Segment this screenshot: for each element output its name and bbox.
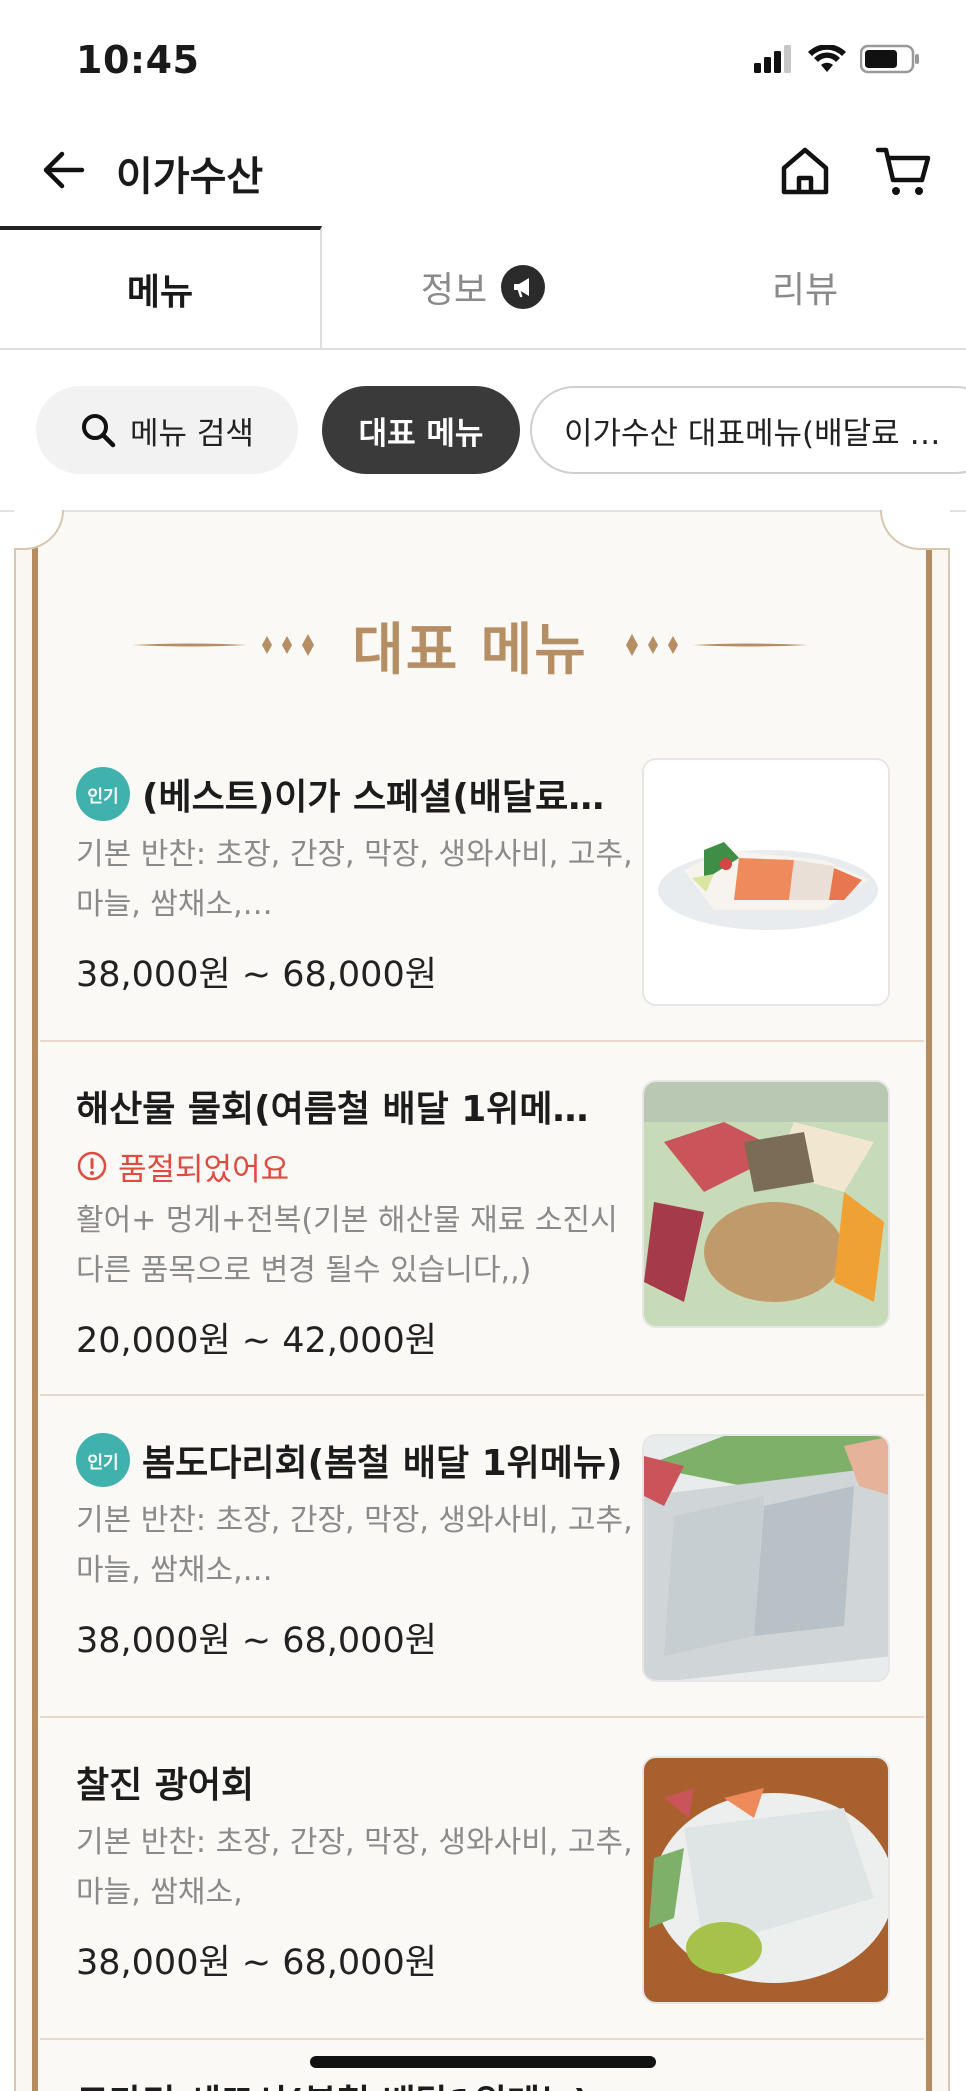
next-menu-item-peek: 도다리 세꼬시(봄철 배달1위메뉴) [76,2074,590,2091]
section-heading: 대표 메뉴 [130,600,810,690]
menu-item[interactable]: 인기 (베스트)이가 스페셜(배달료… 기본 반찬: 초장, 간장, 막장, 생… [40,738,924,1042]
arrow-left-icon [43,151,85,189]
menu-item[interactable]: 찰진 광어회 기본 반찬: 초장, 간장, 막장, 생와사비, 고추, 마늘, … [40,1718,924,2040]
battery-icon [860,44,919,74]
ornament-left-icon [132,634,315,656]
tab-menu-label: 메뉴 [126,272,194,313]
soldout-label: 품절되었어요 [118,1151,290,1188]
tab-info-label: 정보 [420,270,488,311]
menu-item-name: 찰진 광어회 [76,1765,255,1806]
menu-item-price: 38,000원 ~ 68,000원 [76,1943,437,1983]
menu-item-photo [642,1756,890,2004]
ornament-right-icon [625,634,808,656]
menu-search-label: 메뉴 검색 [130,415,254,452]
cart-button[interactable] [874,142,934,200]
tab-menu[interactable]: 메뉴 [0,226,322,348]
tab-info[interactable]: 정보 [322,226,644,348]
menu-item-photo [642,758,890,1006]
search-icon [82,414,116,448]
store-tabs: 메뉴 정보 리뷰 [0,226,966,350]
menu-item-title-row: 해산물 물회(여름철 배달 1위메… [76,1076,646,1136]
menu-item-title-row: 인기 봄도다리회(봄철 배달 1위메뉴) [76,1430,646,1490]
app-header: 이가수산 [0,120,966,230]
status-bar: 10:45 [0,0,966,120]
menu-item-name: 봄도다리회(봄철 배달 1위메뉴) [142,1443,623,1484]
menu-item-photo [642,1434,890,1682]
section-title: 대표 메뉴 [352,617,588,683]
tab-review-label: 리뷰 [771,270,839,311]
menu-item-description: 기본 반찬: 초장, 간장, 막장, 생와사비, 고추, 마늘, 쌈채소, [76,1825,633,1910]
cellular-signal-icon [754,45,791,73]
wifi-icon [808,45,846,72]
popular-badge: 인기 [76,767,130,821]
menu-item-info: 해산물 물회(여름철 배달 1위메… 품절되었어요 활어+ 멍게+전복(기본 해… [76,1076,646,1363]
menu-item-price: 38,000원 ~ 68,000원 [76,1621,437,1661]
alert-circle-icon [77,1151,107,1181]
menu-item[interactable]: 인기 봄도다리회(봄철 배달 1위메뉴) 기본 반찬: 초장, 간장, 막장, … [40,1396,924,1718]
chip-store-representative-menu[interactable]: 이가수산 대표메뉴(배달료 … [530,386,966,474]
menu-category-chips: 메뉴 검색 대표 메뉴 이가수산 대표메뉴(배달료 … [0,382,966,478]
menu-item-title-row: 인기 (베스트)이가 스페셜(배달료… [76,764,646,824]
menu-item-photo [642,1080,890,1328]
menu-item-price: 20,000원 ~ 42,000원 [76,1321,437,1361]
megaphone-icon [501,265,546,309]
status-icons [754,44,920,74]
menu-item-price: 38,000원 ~ 68,000원 [76,955,437,995]
menu-item-description: 기본 반찬: 초장, 간장, 막장, 생와사비, 고추, 마늘, 쌈채소,… [76,1503,633,1588]
tab-review[interactable]: 리뷰 [644,226,966,348]
home-indicator [310,2056,656,2068]
menu-search-chip[interactable]: 메뉴 검색 [36,386,298,474]
status-time: 10:45 [76,38,200,82]
home-button[interactable] [776,142,834,200]
menu-item[interactable]: 해산물 물회(여름철 배달 1위메… 품절되었어요 활어+ 멍게+전복(기본 해… [40,1042,924,1396]
home-icon [781,147,829,195]
store-title: 이가수산 [116,154,264,200]
menu-item-description: 기본 반찬: 초장, 간장, 막장, 생와사비, 고추, 마늘, 쌈채소,… [76,837,633,922]
cart-icon [875,147,931,195]
back-button[interactable] [36,142,92,198]
soldout-status: 품절되었어요 [76,1142,646,1190]
chip-representative-menu[interactable]: 대표 메뉴 [322,386,520,474]
menu-item-title-row: 찰진 광어회 [76,1752,646,1812]
menu-item-info: 인기 (베스트)이가 스페셜(배달료… 기본 반찬: 초장, 간장, 막장, 생… [76,764,646,997]
menu-item-info: 찰진 광어회 기본 반찬: 초장, 간장, 막장, 생와사비, 고추, 마늘, … [76,1752,646,1985]
menu-item-name: 해산물 물회(여름철 배달 1위메… [76,1089,589,1130]
menu-item-name: (베스트)이가 스페셜(배달료… [142,777,605,818]
popular-badge: 인기 [76,1433,130,1487]
menu-item-info: 인기 봄도다리회(봄철 배달 1위메뉴) 기본 반찬: 초장, 간장, 막장, … [76,1430,646,1663]
menu-item-description: 활어+ 멍게+전복(기본 해산물 재료 소진시 다른 품목으로 변경 될수 있습… [76,1203,618,1288]
